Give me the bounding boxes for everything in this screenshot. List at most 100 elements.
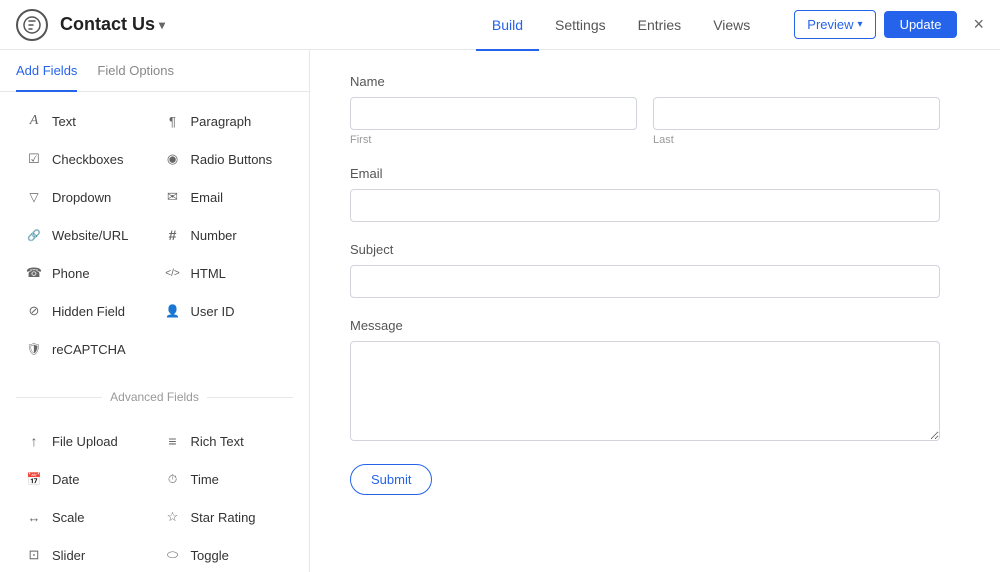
message-group-label: Message <box>350 318 940 333</box>
userid-icon <box>163 301 183 321</box>
url-icon <box>24 225 44 245</box>
tab-settings[interactable]: Settings <box>539 1 622 51</box>
fileupload-icon <box>24 431 44 451</box>
field-label-recaptcha: reCAPTCHA <box>52 342 126 357</box>
field-label-text: Text <box>52 114 76 129</box>
divider-line-left <box>16 397 102 398</box>
scale-icon <box>24 507 44 527</box>
time-icon <box>163 469 183 489</box>
field-label-scale: Scale <box>52 510 85 525</box>
advanced-fields-divider: Advanced Fields <box>0 382 309 412</box>
close-button[interactable]: × <box>973 14 984 35</box>
last-name-field: Last <box>653 97 940 146</box>
last-sub-label: Last <box>653 134 940 146</box>
advanced-fields-label: Advanced Fields <box>102 390 207 404</box>
field-label-hidden: Hidden Field <box>52 304 125 319</box>
sidebar-tab-add-fields[interactable]: Add Fields <box>16 51 77 92</box>
preview-button[interactable]: Preview ▾ <box>794 10 875 39</box>
form-builder-content: Name First Last Email <box>310 50 1000 572</box>
page-title[interactable]: Contact Us ▾ <box>60 14 165 35</box>
submit-button[interactable]: Submit <box>350 464 432 495</box>
app-logo <box>16 9 48 41</box>
first-name-input[interactable] <box>350 97 637 130</box>
slider-icon <box>24 545 44 565</box>
field-item-email[interactable]: Email <box>155 180 294 214</box>
email-icon <box>163 187 183 207</box>
field-item-number[interactable]: Number <box>155 218 294 252</box>
form-group-name: Name First Last <box>350 74 940 146</box>
richtext-icon <box>163 431 183 451</box>
field-label-url: Website/URL <box>52 228 128 243</box>
field-item-star-rating[interactable]: Star Rating <box>155 500 294 534</box>
dropdown-icon <box>24 187 44 207</box>
field-item-hidden[interactable]: Hidden Field <box>16 294 155 328</box>
field-label-star: Star Rating <box>191 510 256 525</box>
field-label-toggle: Toggle <box>191 548 229 563</box>
field-label-slider: Slider <box>52 548 85 563</box>
preview-caret-icon: ▾ <box>858 19 863 30</box>
form-group-message: Message <box>350 318 940 444</box>
sidebar-tabs: Add Fields Field Options <box>0 50 309 92</box>
checkboxes-icon <box>24 149 44 169</box>
tab-views[interactable]: Views <box>697 1 766 51</box>
divider-line-right <box>207 397 293 398</box>
field-label-phone: Phone <box>52 266 90 281</box>
field-label-paragraph: Paragraph <box>191 114 252 129</box>
update-button[interactable]: Update <box>884 11 958 38</box>
field-item-recaptcha[interactable]: reCAPTCHA <box>16 332 155 366</box>
advanced-fields-section: File Upload Rich Text Date Time <box>0 412 309 572</box>
toggle-icon <box>163 545 183 565</box>
paragraph-icon <box>163 111 183 131</box>
field-label-dropdown: Dropdown <box>52 190 111 205</box>
form-group-subject: Subject <box>350 242 940 298</box>
field-item-html[interactable]: HTML <box>155 256 294 290</box>
tab-build[interactable]: Build <box>476 1 539 51</box>
field-label-date: Date <box>52 472 79 487</box>
field-item-dropdown[interactable]: Dropdown <box>16 180 155 214</box>
title-caret-icon: ▾ <box>159 18 165 32</box>
field-label-time: Time <box>191 472 219 487</box>
field-item-website-url[interactable]: Website/URL <box>16 218 155 252</box>
sidebar: Add Fields Field Options Text Paragraph … <box>0 50 310 572</box>
field-label-html: HTML <box>191 266 226 281</box>
tab-entries[interactable]: Entries <box>622 1 698 51</box>
field-item-user-id[interactable]: User ID <box>155 294 294 328</box>
subject-group-label: Subject <box>350 242 940 257</box>
basic-fields-section: Text Paragraph Checkboxes Radio Buttons <box>0 92 309 378</box>
basic-fields-grid: Text Paragraph Checkboxes Radio Buttons <box>16 104 293 366</box>
field-item-checkboxes[interactable]: Checkboxes <box>16 142 155 176</box>
field-item-date[interactable]: Date <box>16 462 155 496</box>
field-item-scale[interactable]: Scale <box>16 500 155 534</box>
field-label-email: Email <box>191 190 224 205</box>
field-label-userid: User ID <box>191 304 235 319</box>
field-item-slider[interactable]: Slider <box>16 538 155 572</box>
form-group-submit: Submit <box>350 464 940 495</box>
hidden-icon <box>24 301 44 321</box>
field-item-time[interactable]: Time <box>155 462 294 496</box>
field-item-phone[interactable]: Phone <box>16 256 155 290</box>
email-input[interactable] <box>350 189 940 222</box>
header-actions: Preview ▾ Update × <box>794 10 984 39</box>
recaptcha-icon <box>24 339 44 359</box>
field-item-file-upload[interactable]: File Upload <box>16 424 155 458</box>
last-name-input[interactable] <box>653 97 940 130</box>
header: Contact Us ▾ Build Settings Entries View… <box>0 0 1000 50</box>
field-label-radio: Radio Buttons <box>191 152 273 167</box>
header-tabs: Build Settings Entries Views <box>476 0 766 50</box>
subject-input[interactable] <box>350 265 940 298</box>
field-item-text[interactable]: Text <box>16 104 155 138</box>
form-group-email: Email <box>350 166 940 222</box>
radio-icon <box>163 149 183 169</box>
html-icon <box>163 263 183 283</box>
sidebar-tab-field-options[interactable]: Field Options <box>97 51 174 92</box>
field-label-richtext: Rich Text <box>191 434 244 449</box>
message-textarea[interactable] <box>350 341 940 441</box>
field-item-paragraph[interactable]: Paragraph <box>155 104 294 138</box>
date-icon <box>24 469 44 489</box>
first-sub-label: First <box>350 134 637 146</box>
field-item-radio-buttons[interactable]: Radio Buttons <box>155 142 294 176</box>
name-fields-row: First Last <box>350 97 940 146</box>
field-item-rich-text[interactable]: Rich Text <box>155 424 294 458</box>
field-item-toggle[interactable]: Toggle <box>155 538 294 572</box>
field-label-fileupload: File Upload <box>52 434 118 449</box>
